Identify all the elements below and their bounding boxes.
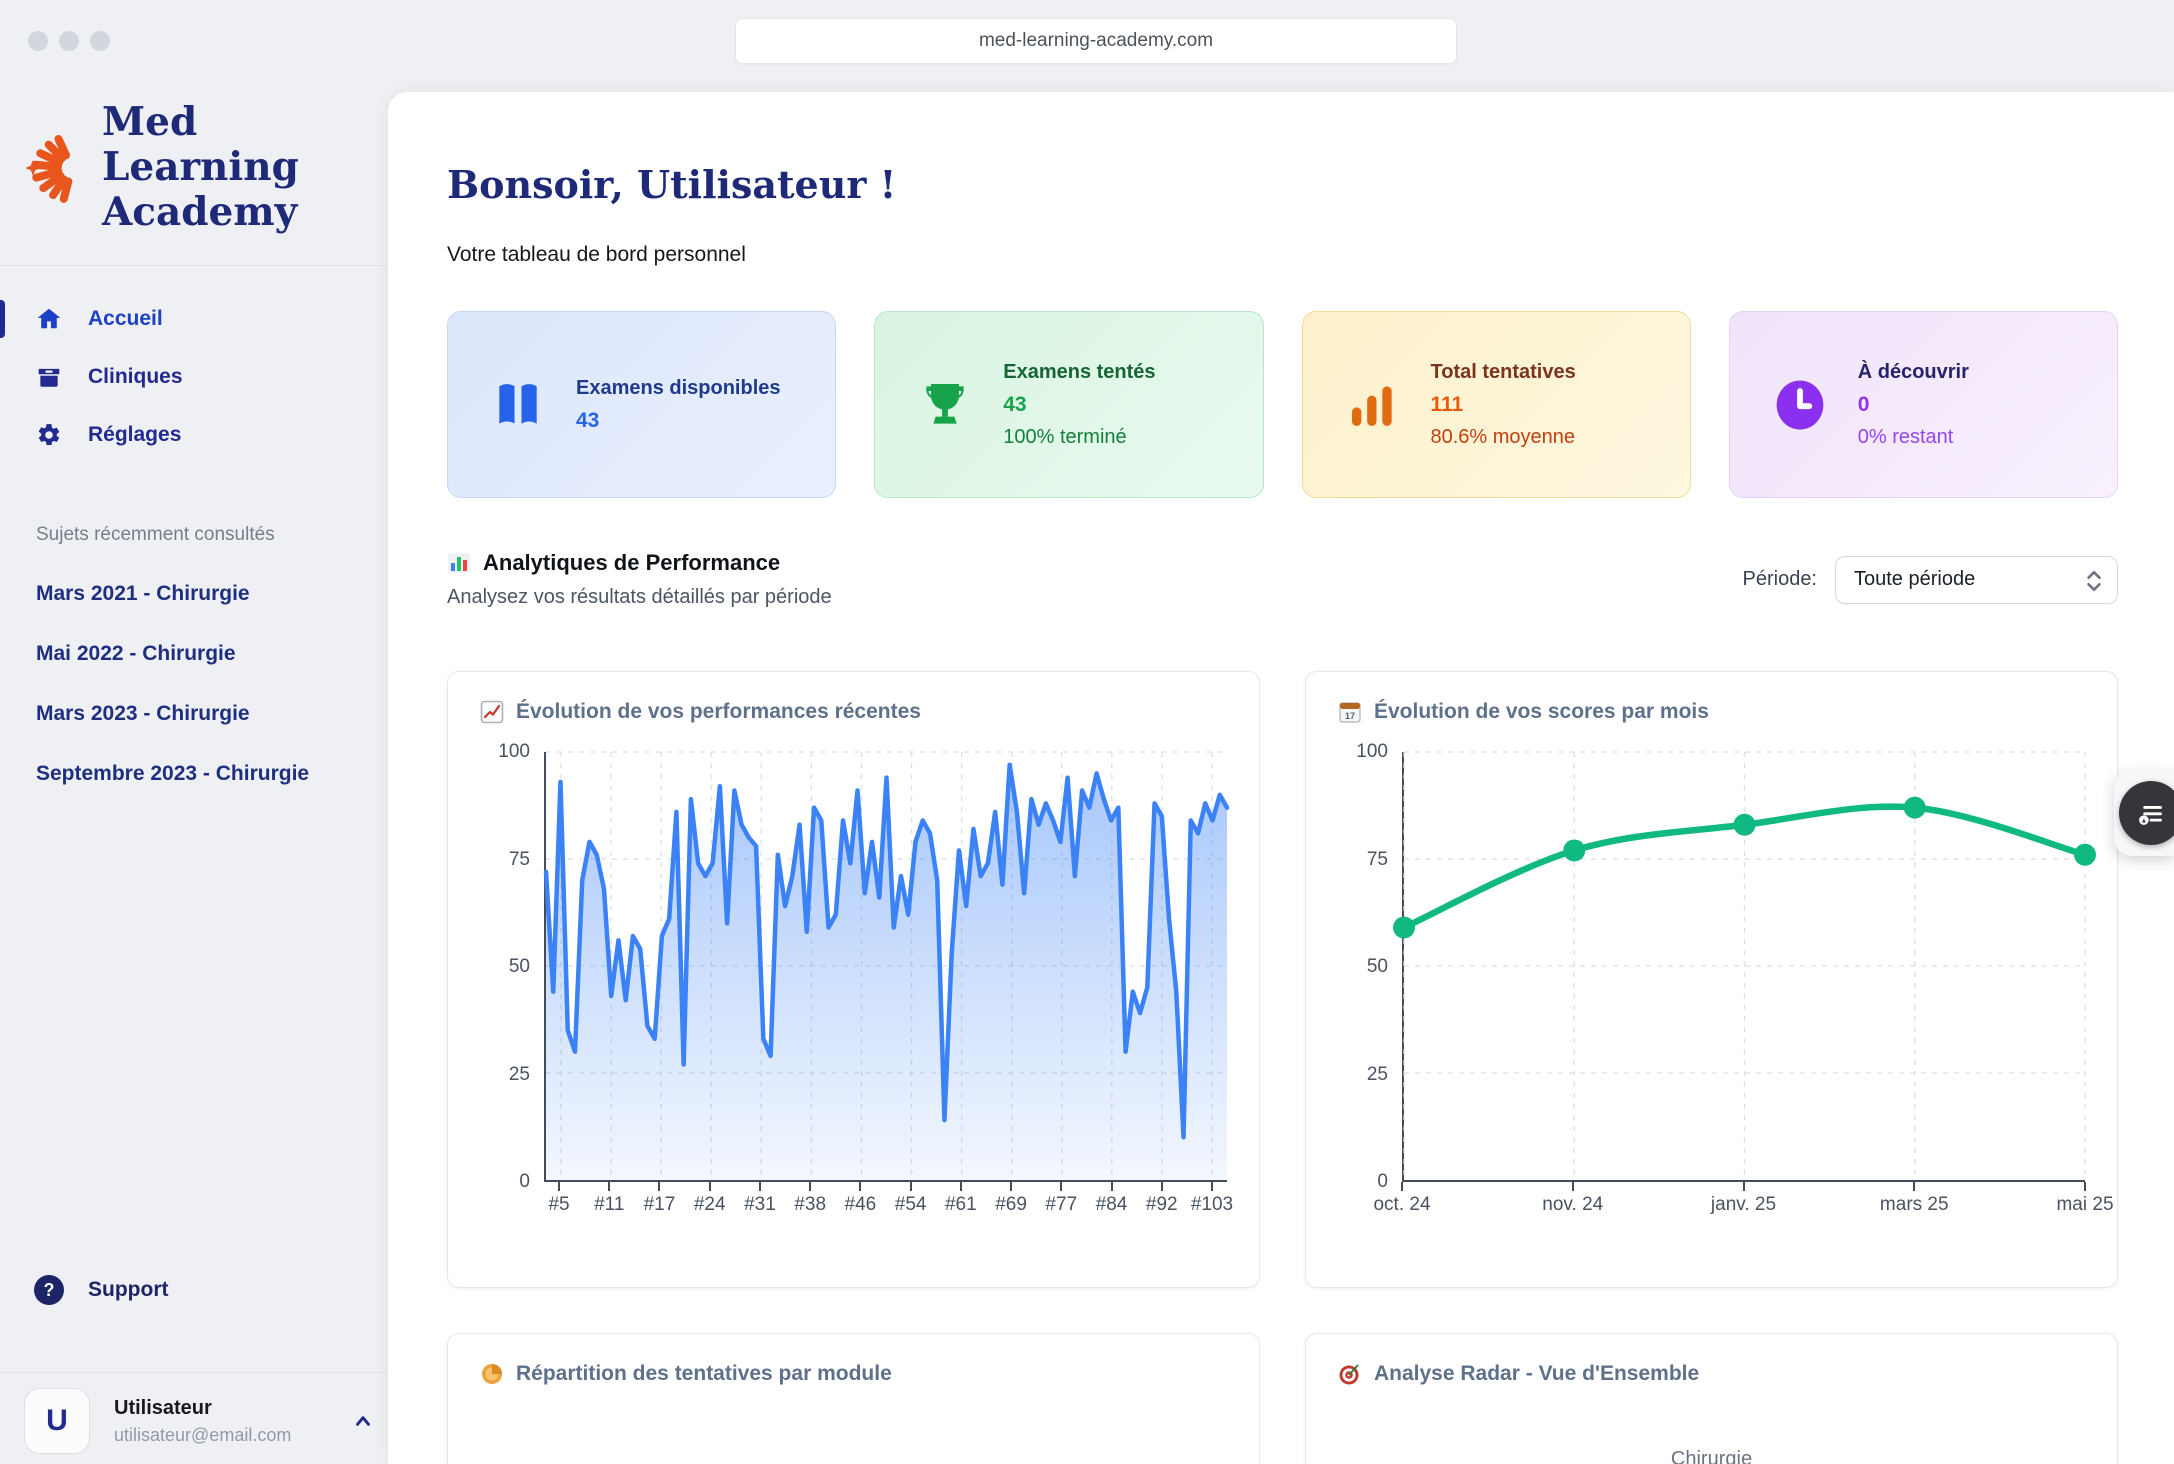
period-select[interactable]: Toute période: [1835, 556, 2118, 604]
chart-title: Évolution de vos scores par mois: [1374, 700, 1709, 724]
nav-label: Accueil: [88, 307, 163, 331]
stat-value: 0: [1858, 393, 1969, 417]
recent-item[interactable]: Septembre 2023 - Chirurgie: [0, 762, 388, 786]
stat-title: Examens tentés: [1003, 361, 1155, 384]
analytics-title: Analytiques de Performance: [483, 550, 780, 576]
gear-icon: [36, 422, 62, 448]
logo-text: Med Learning Academy: [102, 100, 299, 235]
period-value: Toute période: [1854, 568, 1975, 591]
performance-trend-plot: [544, 752, 1227, 1182]
help-icon: ?: [34, 1275, 64, 1305]
sidebar-item-accueil[interactable]: Accueil: [0, 290, 388, 348]
user-name: Utilisateur: [114, 1397, 291, 1420]
archive-box-icon: [36, 364, 62, 390]
clock-icon: [1772, 377, 1828, 433]
chevron-up-icon: [352, 1410, 374, 1432]
bar-chart-emoji-icon: [447, 551, 471, 575]
line-chart-emoji-icon: [480, 700, 504, 724]
stat-subtext: 0% restant: [1858, 426, 1969, 449]
analytics-subtitle: Analysez vos résultats détaillés par pér…: [447, 586, 832, 609]
main-panel: Bonsoir, Utilisateur ! Votre tableau de …: [388, 92, 2174, 1464]
y-axis-labels: 1007550250: [480, 752, 544, 1182]
monthly-scores-plot: [1402, 752, 2085, 1182]
x-axis-labels: oct. 24nov. 24janv. 25mars 25mai 25: [1402, 1182, 2085, 1226]
logo: Med Learning Academy: [0, 0, 388, 235]
user-divider: [0, 1372, 388, 1373]
chart-card-attempts-by-module: Répartition des tentatives par module: [447, 1333, 1260, 1464]
charts-row: Évolution de vos performances récentes 1…: [447, 671, 2118, 1464]
nav-label: Réglages: [88, 423, 181, 447]
stat-card-examens-disponibles: Examens disponibles 43: [447, 311, 836, 498]
recent-item[interactable]: Mars 2023 - Chirurgie: [0, 702, 388, 726]
avatar: U: [24, 1388, 90, 1454]
home-icon: [36, 306, 62, 332]
stat-title: À découvrir: [1858, 361, 1969, 384]
chart-title: Évolution de vos performances récentes: [516, 700, 921, 724]
book-icon: [490, 377, 546, 433]
address-bar[interactable]: med-learning-academy.com: [735, 18, 1457, 64]
svg-text:17: 17: [1345, 711, 1355, 721]
calendar-emoji-icon: 17: [1338, 700, 1362, 724]
sidebar: Med Learning Academy Accueil Cliniques: [0, 0, 388, 1464]
stat-card-total-tentatives: Total tentatives 111 80.6% moyenne: [1302, 311, 1691, 498]
target-emoji-icon: [1338, 1362, 1362, 1386]
stat-subtext: 100% terminé: [1003, 426, 1155, 449]
sidebar-nav: Accueil Cliniques Réglages: [0, 290, 388, 464]
period-label: Période:: [1743, 568, 1818, 591]
chart-card-radar-overview: Analyse Radar - Vue d'Ensemble Chirurgie: [1305, 1333, 2118, 1464]
page-subtitle: Votre tableau de bord personnel: [447, 243, 2118, 267]
floating-widget-track: [2114, 770, 2174, 856]
recent-section-title: Sujets récemment consultés: [0, 524, 388, 546]
stat-title: Examens disponibles: [576, 377, 781, 400]
sidebar-item-support[interactable]: ? Support: [0, 1262, 388, 1318]
stat-card-a-decouvrir: À découvrir 0 0% restant: [1729, 311, 2118, 498]
chart-card-performance-trend: Évolution de vos performances récentes 1…: [447, 671, 1260, 1288]
reading-list-button[interactable]: [2119, 781, 2174, 845]
sidebar-divider: [0, 265, 388, 266]
x-axis-labels: #5#11#17#24#31#38#46#54#61#69#77#84#92#1…: [544, 1182, 1227, 1226]
stat-value: 43: [1003, 393, 1155, 417]
chart-title: Analyse Radar - Vue d'Ensemble: [1374, 1362, 1699, 1386]
stat-value: 43: [576, 409, 781, 433]
chart-card-monthly-scores: 17 Évolution de vos scores par mois 1007…: [1305, 671, 2118, 1288]
trophy-icon: [917, 377, 973, 433]
stat-value: 111: [1431, 393, 1576, 417]
support-label: Support: [88, 1278, 168, 1302]
logo-burst-icon: [26, 120, 76, 216]
nav-label: Cliniques: [88, 365, 183, 389]
bar-chart-icon: [1345, 377, 1401, 433]
recent-item[interactable]: Mai 2022 - Chirurgie: [0, 642, 388, 666]
sidebar-item-cliniques[interactable]: Cliniques: [0, 348, 388, 406]
analytics-title-row: Analytiques de Performance: [447, 550, 832, 576]
select-chevrons-icon: [2083, 569, 2105, 593]
sidebar-item-reglages[interactable]: Réglages: [0, 406, 388, 464]
pie-emoji-icon: [480, 1362, 504, 1386]
user-menu[interactable]: U Utilisateur utilisateur@email.com: [24, 1388, 374, 1454]
y-axis-labels: 1007550250: [1338, 752, 1402, 1182]
stat-card-examens-tentes: Examens tentés 43 100% terminé: [874, 311, 1263, 498]
active-indicator: [0, 300, 5, 338]
page-title: Bonsoir, Utilisateur !: [447, 162, 2118, 207]
media-list-icon: [2132, 794, 2170, 832]
analytics-header: Analytiques de Performance Analysez vos …: [447, 550, 2118, 609]
chart-title: Répartition des tentatives par module: [516, 1362, 892, 1386]
user-email: utilisateur@email.com: [114, 1425, 291, 1446]
stat-title: Total tentatives: [1431, 361, 1576, 384]
radar-axis-label: Chirurgie: [1338, 1448, 2085, 1464]
stat-subtext: 80.6% moyenne: [1431, 426, 1576, 449]
recent-item[interactable]: Mars 2021 - Chirurgie: [0, 582, 388, 606]
stats-row: Examens disponibles 43 Examens tentés 43…: [447, 311, 2118, 498]
